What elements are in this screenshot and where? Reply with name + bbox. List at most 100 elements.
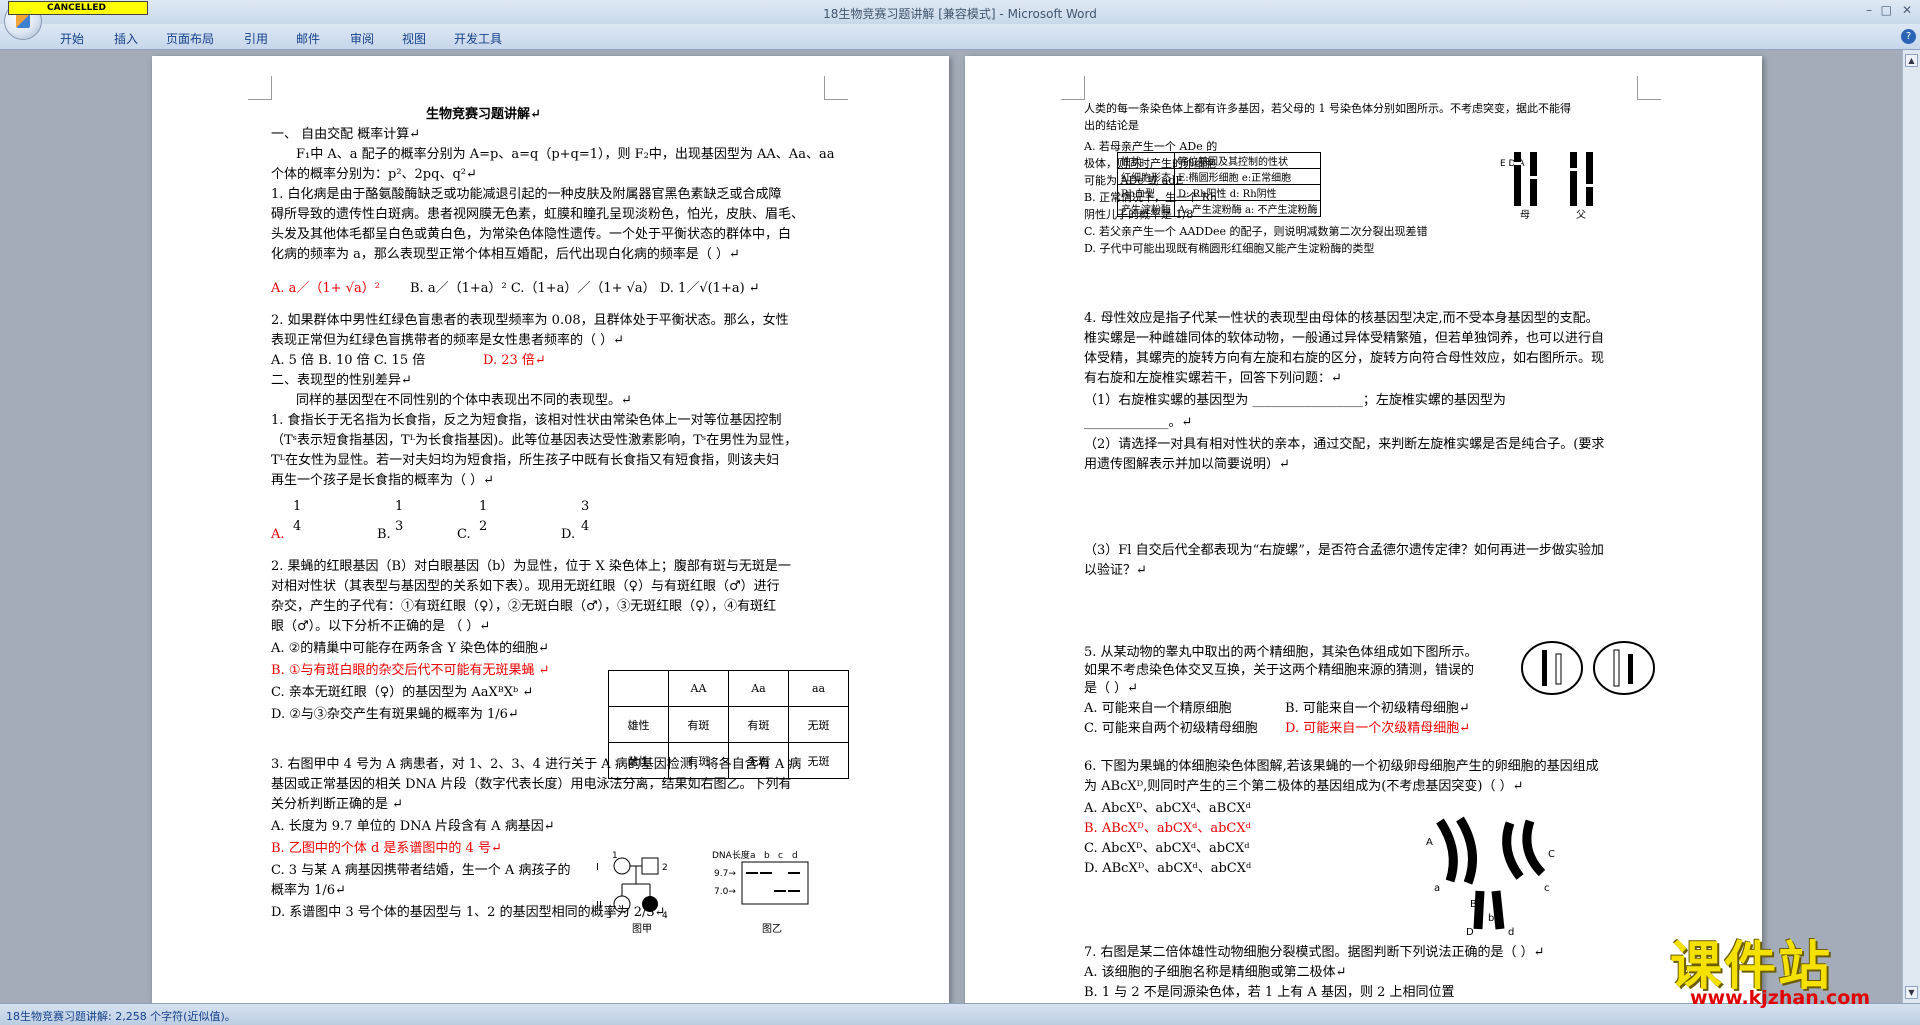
margin-corner-mark [1061,76,1085,100]
text-line: D. 可能来自一个次级精母细胞↵ [1285,721,1471,736]
text-line: 是（ ）↵ [1084,681,1139,696]
text-line: 3 [581,499,590,514]
text-line: D. ABcXᴰ、abCXᵈ、abCXᵈ [1084,861,1252,876]
tab-view[interactable]: 视图 [402,30,426,47]
svg-text:图甲: 图甲 [632,923,652,935]
svg-text:DNA长度: DNA长度 [712,849,750,861]
tab-review[interactable]: 审阅 [350,30,374,47]
svg-text:母: 母 [1520,209,1530,220]
svg-text:d: d [792,851,798,861]
text-line: 表现正常但为红绿色盲携带者的频率是女性患者频率的（ ）↵ [271,333,625,348]
text-line: A. a／（1+ √a）² [271,281,380,296]
text-line: F₁中 A、a 配子的概率分别为 A=p、a=q（p+q=1），则 F₂中，出现… [296,147,835,162]
text-line: 二、表现型的性别差异↵ [271,373,412,388]
svg-text:I: I [596,862,599,873]
genotype-table: AA Aa aa 雄性 有斑 有斑 无斑 雌性 有斑 无斑 无斑 [608,670,849,779]
text-line: 6. 下图为果蝇的体细胞染色体图解,若该果蝇的一个初级卵母细胞产生的卵细胞的基因… [1084,759,1599,774]
minimize-button[interactable]: – [1866,3,1872,17]
text-line: A. AbcXᴰ、abCXᵈ、aBCXᵈ [1084,801,1251,816]
kjzhan-url: www.kjzhan.com [1690,987,1871,1009]
svg-text:A: A [1426,837,1433,848]
svg-text:a: a [750,851,756,861]
svg-text:C: C [1548,849,1555,860]
text-line: A. 长度为 9.7 单位的 DNA 片段含有 A 病基因↵ [271,819,555,834]
svg-text:7.0→: 7.0→ [714,887,736,897]
tab-insert[interactable]: 插入 [114,30,138,47]
text-line: 头发及其他体毛都呈白色或黄白色，为常染色体隐性遗传。一个处于平衡状态的群体中，白 [271,227,792,242]
tab-home[interactable]: 开始 [60,30,84,47]
text-line: 1. 白化病是由于酪氨酸酶缺乏或功能减退引起的一种皮肤及附属器官黑色素缺乏或合成… [271,187,782,202]
text-line: 4 [293,519,302,534]
tab-developer[interactable]: 开发工具 [454,30,502,47]
text-line: 椎实螺是一种雌雄同体的软体动物，一般通过异体受精繁殖，但若单独饲养，也可以进行自 [1084,331,1605,346]
text-line: B. [377,527,391,542]
close-button[interactable]: ✕ [1902,3,1912,17]
text-line: 一、 自由交配 概率计算↵ [271,127,421,142]
text-line: D. [561,527,576,542]
svg-text:父: 父 [1576,209,1586,220]
window-title: 18生物竞赛习题讲解 [兼容模式] - Microsoft Word [823,7,1097,21]
margin-corner-mark [824,76,848,100]
help-icon[interactable]: ? [1901,29,1916,44]
svg-text:c: c [778,851,783,861]
text-line: 概率为 1/6↵ [271,883,346,898]
text-line: 同样的基因型在不同性别的个体中表现出不同的表现型。↵ [296,393,632,408]
maximize-button[interactable]: □ [1881,3,1892,17]
scroll-up-icon[interactable]: ▲ [1905,54,1918,67]
text-line: 碍所导致的遗传性白斑病。患者视网膜无色素，虹膜和瞳孔呈现淡粉色，怕光，皮肤、眉毛… [271,207,805,222]
text-line: 用遗传图解表示并加以简要说明）↵ [1084,457,1290,472]
svg-text:b: b [764,851,770,861]
text-line: 出的结论是 [1084,119,1139,132]
text-line: 1 [395,499,404,514]
sperm-cell-figure [1521,641,1655,695]
text-line: C. 可能来自两个初级精母细胞 [1084,721,1258,736]
text-line: 4 [581,519,590,534]
tab-references[interactable]: 引用 [244,30,268,47]
trait-table: 性状 等位基因及其控制的性状 红细胞形态 E:椭圆形细胞 e:正常细胞 Rh血型 D:… [1117,152,1322,217]
text-line: 体受精，其螺壳的旋转方向有左旋和右旋的区分，旋转方向符合母性效应，如右图所示。现 [1084,351,1605,366]
text-line: A. 可能来自一个精原细胞 [1084,701,1232,716]
svg-text:c: c [1544,883,1550,894]
text-line: A. ②的精巢中可能存在两条含 Y 染色体的细胞↵ [271,641,550,656]
text-line: 为 ABcXᴰ,则同时产生的三个第二极体的基因组成为(不考虑基因突变)（ ）↵ [1084,779,1524,794]
text-line: C. AbcXᴰ、abCXᵈ、abCXᵈ [1084,841,1250,856]
text-line: D. 23 倍↵ [483,353,546,368]
text-line: （1）右旋椎实螺的基因型为 _________________；左旋椎实螺的基因… [1084,393,1506,408]
svg-text:3: 3 [606,911,612,921]
svg-text:图乙: 图乙 [762,923,782,935]
svg-text:9.7→: 9.7→ [714,869,736,879]
svg-text:1: 1 [612,851,618,861]
text-line: C. 3 与某 A 病基因携带者结婚，生一个 A 病孩子的 [271,863,571,878]
svg-text:4: 4 [662,911,668,921]
text-line: D. ②与③杂交产生有斑果蝇的概率为 1/6↵ [271,707,519,722]
text-line: C. 亲本无斑红眼（♀）的基因型为 AaXᴮXᵇ ↵ [271,685,534,700]
fruit-fly-chromosome-figure: A a B b C c D d [1426,816,1555,938]
text-line: 对相对性状（其表型与基因型的关系如下表）。现用无斑红眼（♀）与有斑红眼（♂）进行 [271,579,780,594]
text-line: B. ABcXᴰ、abCXᵈ、abCXᵈ [1084,821,1251,836]
text-line: 7. 右图是某二倍体雄性动物细胞分裂模式图。据图判断下列说法正确的是（ ）↵ [1084,945,1545,960]
status-bar: 18生物竞赛习题讲解: 2,258 个字符(近似值)。 [0,1003,1920,1025]
tab-mailings[interactable]: 邮件 [296,30,320,47]
title-bar: 18生物竞赛习题讲解 [兼容模式] - Microsoft Word – □ ✕ [0,0,1920,24]
text-line: 2. 果蝇的红眼基因（B）对白眼基因（b）为显性，位于 X 染色体上；腹部有斑与… [271,559,791,574]
margin-corner-mark [248,76,272,100]
document-page-1[interactable]: 生物竞赛习题讲解↵ 一、 自由交配 概率计算↵ F₁中 A、a 配子的概率分别为 A… [152,56,949,1003]
text-line: （3）Fl 自交后代全都表现为“右旋螺”，是否符合孟德尔遗传定律？如何再进一步做… [1084,543,1604,558]
text-line: 1 [293,499,302,514]
text-line: B. a／（1+a）² C.（1+a）／（1+ √a） D. 1／√(1+a) … [410,281,760,296]
text-line: （Tˢ表示短食指基因，Tᴸ为长食指基因)。此等位基因表达受性激素影响，Tˢ在男性… [271,433,798,448]
word-count: 18生物竞赛习题讲解: 2,258 个字符(近似值)。 [6,1010,236,1023]
svg-text:2: 2 [662,863,668,873]
vertical-scrollbar[interactable]: ▲ ▼ [1902,50,1920,1003]
svg-text:d: d [1508,927,1514,938]
document-page-2[interactable]: 人类的每一条染色体上都有许多基因，若父母的 1 号染色体分别如图所示。不考虑突变… [965,56,1762,1003]
text-line: 杂交，产生的子代有：①有斑红眼（♀），②无斑白眼（♂），③无斑红眼（♀），④有斑… [271,599,777,614]
office-logo-icon [16,14,30,28]
text-line: 再生一个孩子是长食指的概率为（ ）↵ [271,473,495,488]
text-line: C. [457,527,471,542]
text-line: 2. 如果群体中男性红绿色盲患者的表现型频率为 0.08，且群体处于平衡状态。那… [271,313,789,328]
text-line: A. 该细胞的子细胞名称是精细胞或第二极体↵ [1084,965,1347,980]
ribbon-tabs: 开始 插入 页面布局 引用 邮件 审阅 视图 开发工具 ? [0,24,1920,50]
scroll-down-icon[interactable]: ▼ [1905,986,1918,999]
tab-page-layout[interactable]: 页面布局 [166,30,214,47]
